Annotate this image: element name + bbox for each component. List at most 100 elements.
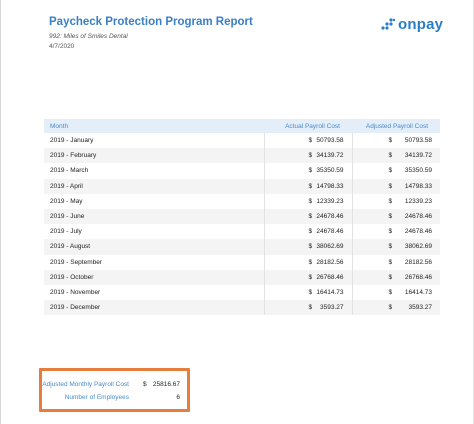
adjusted-monthly-payroll-row: Adjusted Monthly Payroll Cost $ 25816.67 [42,381,187,391]
actual-payroll-value: 35350.59 [316,167,344,175]
currency-symbol: $ [388,258,393,266]
adjusted-payroll-cell: $50793.58 [351,133,440,149]
month-cell: 2019 - December [44,300,264,316]
currency-symbol: $ [143,381,147,388]
adjusted-monthly-payroll-value: 25816.67 [152,381,180,388]
onpay-logo: onpay [380,14,443,34]
adjusted-payroll-value: 35350.59 [404,167,432,175]
number-of-employees-row: Number of Employees 6 [42,394,187,404]
actual-payroll-value: 50793.58 [316,137,344,145]
currency-symbol: $ [308,167,313,175]
actual-payroll-column-header: Actual Payroll Cost [264,119,352,133]
actual-payroll-cell: $38062.69 [263,239,352,255]
actual-payroll-value: 24678.46 [316,213,344,221]
currency-symbol: $ [308,288,313,296]
month-cell: 2019 - February [44,148,264,164]
currency-symbol: $ [388,288,393,296]
actual-payroll-value: 24678.46 [316,228,344,236]
table-row: 2019 - March $35350.59 $35350.59 [44,163,440,179]
currency-symbol: $ [308,152,313,160]
adjusted-payroll-cell: $28182.56 [351,254,440,270]
table-row: 2019 - August $38062.69 $38062.69 [44,239,440,255]
currency-symbol: $ [388,273,393,281]
actual-payroll-cell: $50793.58 [263,133,352,149]
summary-highlight-box: Adjusted Monthly Payroll Cost $ 25816.67… [39,368,190,412]
table-row: 2019 - July $24678.46 $24678.46 [44,224,440,240]
adjusted-payroll-value: 3593.27 [408,304,433,312]
payroll-table: Month Actual Payroll Cost Adjusted Payro… [44,119,440,316]
currency-symbol: $ [308,213,313,221]
table-row: 2019 - January $50793.58 $50793.58 [44,133,440,149]
brand-name: onpay [398,15,444,33]
actual-payroll-value: 14798.33 [316,182,344,190]
adjusted-payroll-value: 24678.46 [404,213,432,221]
actual-payroll-cell: $3593.27 [263,300,352,316]
month-cell: 2019 - July [50,228,82,236]
actual-payroll-value: 26768.46 [316,273,344,281]
actual-payroll-value: 38062.69 [316,243,344,251]
adjusted-payroll-cell: $3593.27 [351,300,440,316]
currency-symbol: $ [308,273,313,281]
adjusted-payroll-value: 26768.46 [404,273,432,281]
month-cell: 2019 - October [44,269,264,285]
adjusted-payroll-cell: $38062.69 [351,239,440,255]
actual-payroll-cell: $14798.33 [263,178,352,194]
onpay-logo-icon [381,18,396,30]
adjusted-payroll-cell: $14798.33 [351,178,440,194]
actual-payroll-cell: $26768.46 [263,269,352,285]
table-row: 2019 - September $28182.56 $28182.56 [44,254,440,270]
report-date: 4/7/2020 [49,43,75,50]
adjusted-payroll-value: 24678.46 [404,228,432,236]
currency-symbol: $ [308,137,313,145]
currency-symbol: $ [388,243,393,251]
adjusted-payroll-cell: $24678.46 [351,224,440,240]
month-cell: 2019 - May [50,197,83,205]
actual-payroll-cell: $12339.23 [263,193,352,209]
month-cell: 2019 - January [50,137,94,145]
adjusted-payroll-cell: $24678.46 [351,208,440,225]
business-name: 992: Miles of Smiles Dental [49,33,128,40]
actual-payroll-value: 3593.27 [320,304,344,312]
adjusted-payroll-column-header: Adjusted Payroll Cost [352,119,440,133]
adjusted-payroll-cell: $26768.46 [351,269,440,285]
month-cell: 2019 - March [50,167,89,175]
currency-symbol: $ [388,228,393,236]
actual-payroll-value: 28182.56 [316,258,344,266]
adjusted-payroll-value: 34139.72 [404,152,432,160]
currency-symbol: $ [388,304,393,312]
adjusted-payroll-value: 16414.73 [404,288,432,296]
currency-symbol: $ [388,197,393,205]
currency-symbol: $ [388,167,393,175]
adjusted-payroll-cell: $34139.72 [351,148,440,164]
actual-payroll-cell: $16414.73 [263,284,352,301]
month-column-header: Month [44,119,264,133]
currency-symbol: $ [388,152,393,160]
actual-payroll-value: 16414.73 [316,288,344,296]
actual-payroll-cell: $35350.59 [263,163,352,179]
table-row: 2019 - May $12339.23 $12339.23 [44,193,440,209]
page-edge-left [0,0,1,424]
adjusted-payroll-value: 12339.23 [404,197,432,205]
report-title: Paycheck Protection Program Report [49,16,253,28]
currency-symbol: $ [308,228,313,236]
actual-payroll-cell: $34139.72 [263,148,352,164]
adjusted-payroll-cell: $12339.23 [351,193,440,209]
month-cell: 2019 - June [44,208,264,225]
adjusted-monthly-payroll-label: Adjusted Monthly Payroll Cost [42,381,129,388]
adjusted-payroll-value: 38062.69 [404,243,432,251]
adjusted-payroll-value: 14798.33 [404,182,432,190]
adjusted-payroll-cell: $35350.59 [351,163,440,179]
payroll-table-body: 2019 - January $50793.58 $50793.58 2019 - F… [44,133,440,316]
actual-payroll-value: 12339.23 [316,197,344,205]
currency-symbol: $ [308,243,313,251]
currency-symbol: $ [308,258,313,266]
actual-payroll-value: 34139.72 [316,152,344,160]
currency-symbol: $ [308,304,313,312]
currency-symbol: $ [308,197,313,205]
number-of-employees-value: 6 [176,394,180,401]
number-of-employees-label: Number of Employees [64,394,129,401]
actual-payroll-cell: $24678.46 [263,224,352,240]
adjusted-payroll-value: 50793.58 [404,137,432,145]
actual-payroll-cell: $24678.46 [263,208,352,225]
month-cell: 2019 - November [50,288,101,296]
